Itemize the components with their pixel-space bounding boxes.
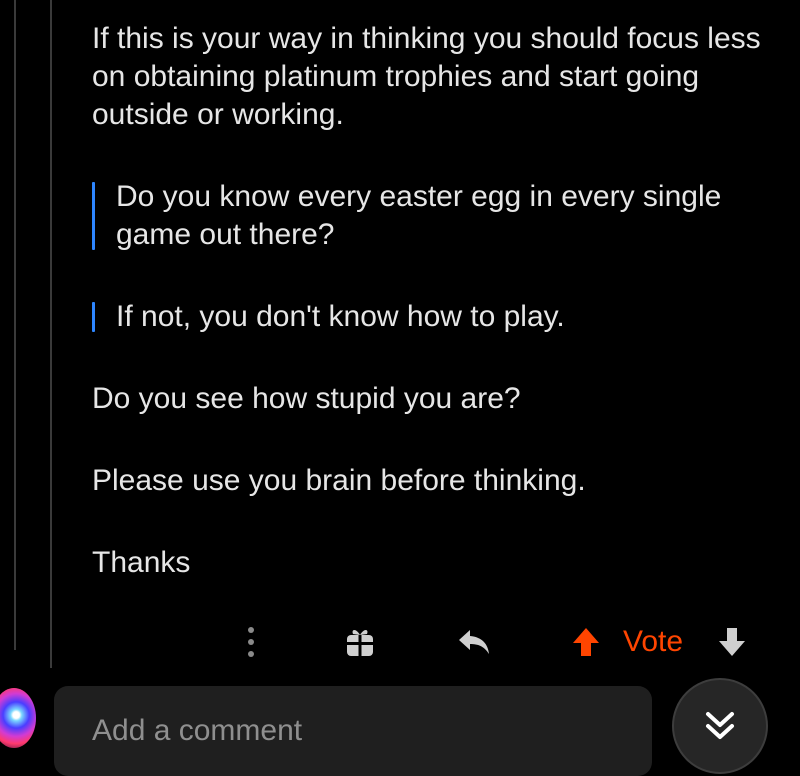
comment-composer bbox=[0, 670, 800, 776]
comment-paragraph: Please use you brain before thinking. bbox=[92, 464, 586, 497]
thread-line-inner bbox=[50, 0, 52, 668]
comment-paragraph: Do you see how stupid you are? bbox=[92, 382, 521, 415]
downvote-button[interactable] bbox=[712, 624, 752, 660]
vertical-dots-icon bbox=[248, 627, 254, 657]
reply-button[interactable] bbox=[452, 622, 496, 662]
comment-paragraph: If this is your way in thinking you shou… bbox=[92, 22, 761, 131]
arrow-down-icon bbox=[719, 628, 745, 656]
comment-action-bar: Vote bbox=[0, 610, 800, 674]
jump-to-next-button[interactable] bbox=[672, 678, 768, 774]
blockquote: If not, you don't know how to play. bbox=[92, 298, 782, 336]
comment-paragraph: Thanks bbox=[92, 546, 191, 579]
gift-icon bbox=[347, 630, 373, 656]
arrow-up-icon bbox=[573, 628, 599, 656]
double-chevron-down-icon bbox=[706, 712, 734, 739]
vote-label: Vote bbox=[623, 625, 684, 658]
comment-body: If this is your way in thinking you shou… bbox=[92, 20, 782, 582]
user-avatar[interactable] bbox=[0, 688, 36, 748]
reply-arrow-icon bbox=[459, 630, 489, 654]
more-options-button[interactable] bbox=[236, 624, 266, 660]
give-award-button[interactable] bbox=[340, 624, 380, 660]
blockquote: Do you know every easter egg in every si… bbox=[92, 178, 782, 254]
add-comment-input[interactable] bbox=[54, 686, 652, 776]
thread-line-outer bbox=[14, 0, 16, 650]
upvote-button[interactable] bbox=[566, 624, 606, 660]
